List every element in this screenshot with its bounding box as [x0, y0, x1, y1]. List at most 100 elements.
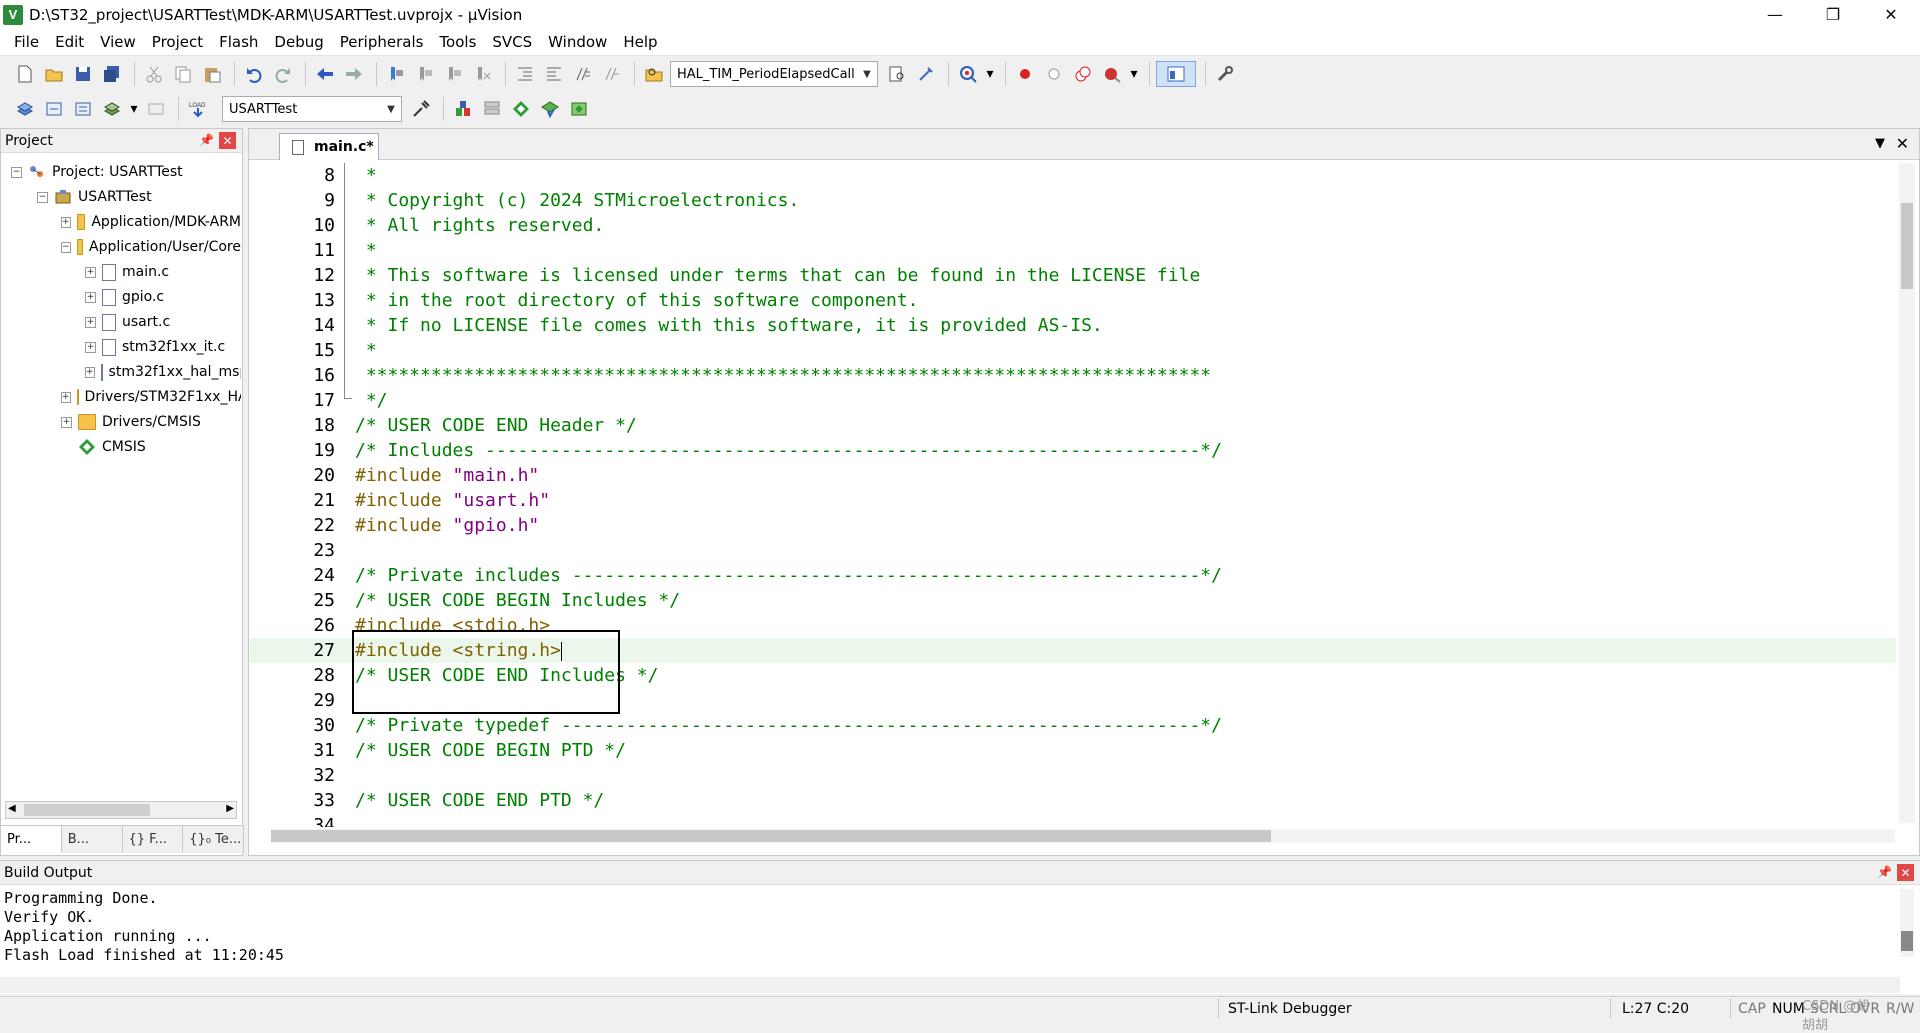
bookmark-next-icon[interactable]	[441, 61, 467, 87]
menu-window[interactable]: Window	[540, 33, 615, 51]
tree-item-file[interactable]: + stm32f1xx_hal_msp.c	[85, 361, 241, 383]
pack-manager-icon[interactable]	[566, 96, 592, 122]
comment-icon[interactable]	[570, 61, 596, 87]
tree-item-group[interactable]: + Application/MDK-ARM	[61, 211, 241, 233]
restore-button[interactable]: ❐	[1804, 0, 1862, 29]
target-options-icon[interactable]	[408, 96, 434, 122]
tree-expander[interactable]: +	[61, 216, 71, 228]
open-file-button[interactable]	[41, 61, 67, 87]
build-output-text[interactable]: Programming Done. Verify OK. Application…	[0, 885, 1920, 969]
tree-item-file[interactable]: + usart.c	[85, 311, 170, 333]
tree-item-project[interactable]: − Project: USARTTest	[11, 161, 183, 183]
paste-icon[interactable]	[199, 61, 225, 87]
code-line[interactable]: 15 *	[250, 338, 1896, 363]
code-line[interactable]: 25 /* USER CODE BEGIN Includes */	[250, 588, 1896, 613]
kill-all-breakpoints-icon[interactable]	[1099, 61, 1125, 87]
code-line[interactable]: 31 /* USER CODE BEGIN PTD */	[250, 738, 1896, 763]
enable-breakpoint-icon[interactable]	[1041, 61, 1067, 87]
close-icon[interactable]: ✕	[1897, 864, 1914, 881]
code-line[interactable]: 23	[250, 538, 1896, 563]
bookmark-prev-icon[interactable]	[412, 61, 438, 87]
save-button[interactable]	[70, 61, 96, 87]
navigate-forward-icon[interactable]	[341, 61, 367, 87]
menu-flash[interactable]: Flash	[211, 33, 266, 51]
code-editor[interactable]: 34 33 /* USER CODE END PTD */ 32 31 /* USER C…	[250, 163, 1896, 827]
save-all-button[interactable]	[99, 61, 125, 87]
code-line[interactable]: 24 /* Private includes ------------------…	[250, 563, 1896, 588]
code-line[interactable]: 30 /* Private typedef -------------------…	[250, 713, 1896, 738]
select-packs-icon[interactable]	[479, 96, 505, 122]
tree-expander[interactable]: −	[37, 191, 48, 203]
scroll-left-icon[interactable]: ◀	[8, 803, 16, 814]
tree-item-target[interactable]: − USARTTest	[37, 186, 152, 208]
find-icon[interactable]	[884, 61, 910, 87]
cut-icon[interactable]	[141, 61, 167, 87]
incremental-find-icon[interactable]	[913, 61, 939, 87]
chevron-down-icon[interactable]: ▾	[1128, 61, 1140, 87]
scroll-thumb[interactable]	[1901, 203, 1913, 289]
target-select[interactable]: USARTTest ▼	[222, 96, 402, 122]
code-line[interactable]: 17 */	[250, 388, 1896, 413]
code-line[interactable]: 12 * This software is licensed under ter…	[250, 263, 1896, 288]
find-in-files-icon[interactable]	[641, 61, 667, 87]
menu-project[interactable]: Project	[144, 33, 211, 51]
scroll-right-icon[interactable]: ▶	[226, 803, 234, 814]
uncomment-icon[interactable]	[599, 61, 625, 87]
pin-icon[interactable]: 📌	[199, 133, 214, 147]
bookmark-toggle-icon[interactable]	[383, 61, 409, 87]
tree-item-group[interactable]: + Drivers/STM32F1xx_HAL_Driver	[61, 386, 241, 408]
rebuild-icon[interactable]	[70, 96, 96, 122]
editor-hscrollbar[interactable]	[271, 829, 1895, 843]
menu-debug[interactable]: Debug	[266, 33, 331, 51]
tree-expander[interactable]: +	[85, 341, 96, 353]
build-vscrollbar[interactable]	[1900, 889, 1914, 957]
tab-books[interactable]: B...	[62, 826, 123, 853]
translate-icon[interactable]	[12, 96, 38, 122]
debug-session-icon[interactable]	[955, 61, 981, 87]
code-line[interactable]: 22 #include "gpio.h"	[250, 513, 1896, 538]
tab-templates[interactable]: {}₀ Te...	[183, 826, 244, 853]
menu-help[interactable]: Help	[615, 33, 665, 51]
code-line[interactable]: 14 * If no LICENSE file comes with this …	[250, 313, 1896, 338]
tab-functions[interactable]: {} F...	[123, 826, 184, 853]
code-line[interactable]: 33 /* USER CODE END PTD */	[250, 788, 1896, 813]
scroll-thumb[interactable]	[271, 830, 1271, 842]
copy-icon[interactable]	[170, 61, 196, 87]
project-hscrollbar[interactable]: ◀ ▶	[5, 801, 237, 819]
code-line[interactable]: 16 *************************************…	[250, 363, 1896, 388]
close-window-button[interactable]: ✕	[1862, 0, 1920, 29]
chevron-down-icon[interactable]: ▾	[128, 96, 140, 122]
editor-vscrollbar[interactable]	[1899, 163, 1915, 823]
close-icon[interactable]: ✕	[219, 132, 236, 149]
chevron-down-icon[interactable]: ▼	[383, 100, 399, 118]
menu-tools[interactable]: Tools	[431, 33, 484, 51]
tree-expander[interactable]: −	[11, 166, 22, 178]
batch-build-icon[interactable]	[99, 96, 125, 122]
tab-main-c[interactable]: main.c*	[279, 133, 379, 160]
menu-peripherals[interactable]: Peripherals	[332, 33, 432, 51]
tree-expander[interactable]: −	[61, 241, 71, 253]
code-line[interactable]: 11 *	[250, 238, 1896, 263]
stop-build-icon[interactable]	[143, 96, 169, 122]
tree-item-file[interactable]: + stm32f1xx_it.c	[85, 336, 225, 358]
tree-expander[interactable]: +	[85, 266, 96, 278]
disable-all-breakpoints-icon[interactable]	[1070, 61, 1096, 87]
navigate-back-icon[interactable]	[312, 61, 338, 87]
window-layout-icon[interactable]	[1156, 61, 1196, 87]
code-line[interactable]: 13 * in the root directory of this softw…	[250, 288, 1896, 313]
new-file-button[interactable]	[12, 61, 38, 87]
code-line[interactable]: 21 #include "usart.h"	[250, 488, 1896, 513]
manage-project-items-icon[interactable]	[450, 96, 476, 122]
tree-expander[interactable]: +	[85, 366, 95, 378]
unindent-icon[interactable]	[541, 61, 567, 87]
manage-rte-icon[interactable]	[508, 96, 534, 122]
indent-icon[interactable]	[512, 61, 538, 87]
menu-svcs[interactable]: SVCS	[484, 33, 540, 51]
code-line[interactable]: 18 /* USER CODE END Header */	[250, 413, 1896, 438]
chevron-down-icon[interactable]: ▼	[1875, 136, 1885, 151]
code-line[interactable]: 8 *	[250, 163, 1896, 188]
scroll-thumb[interactable]	[1901, 931, 1913, 951]
pack-installer-icon[interactable]	[537, 96, 563, 122]
tree-expander[interactable]: +	[85, 291, 96, 303]
menu-edit[interactable]: Edit	[47, 33, 92, 51]
